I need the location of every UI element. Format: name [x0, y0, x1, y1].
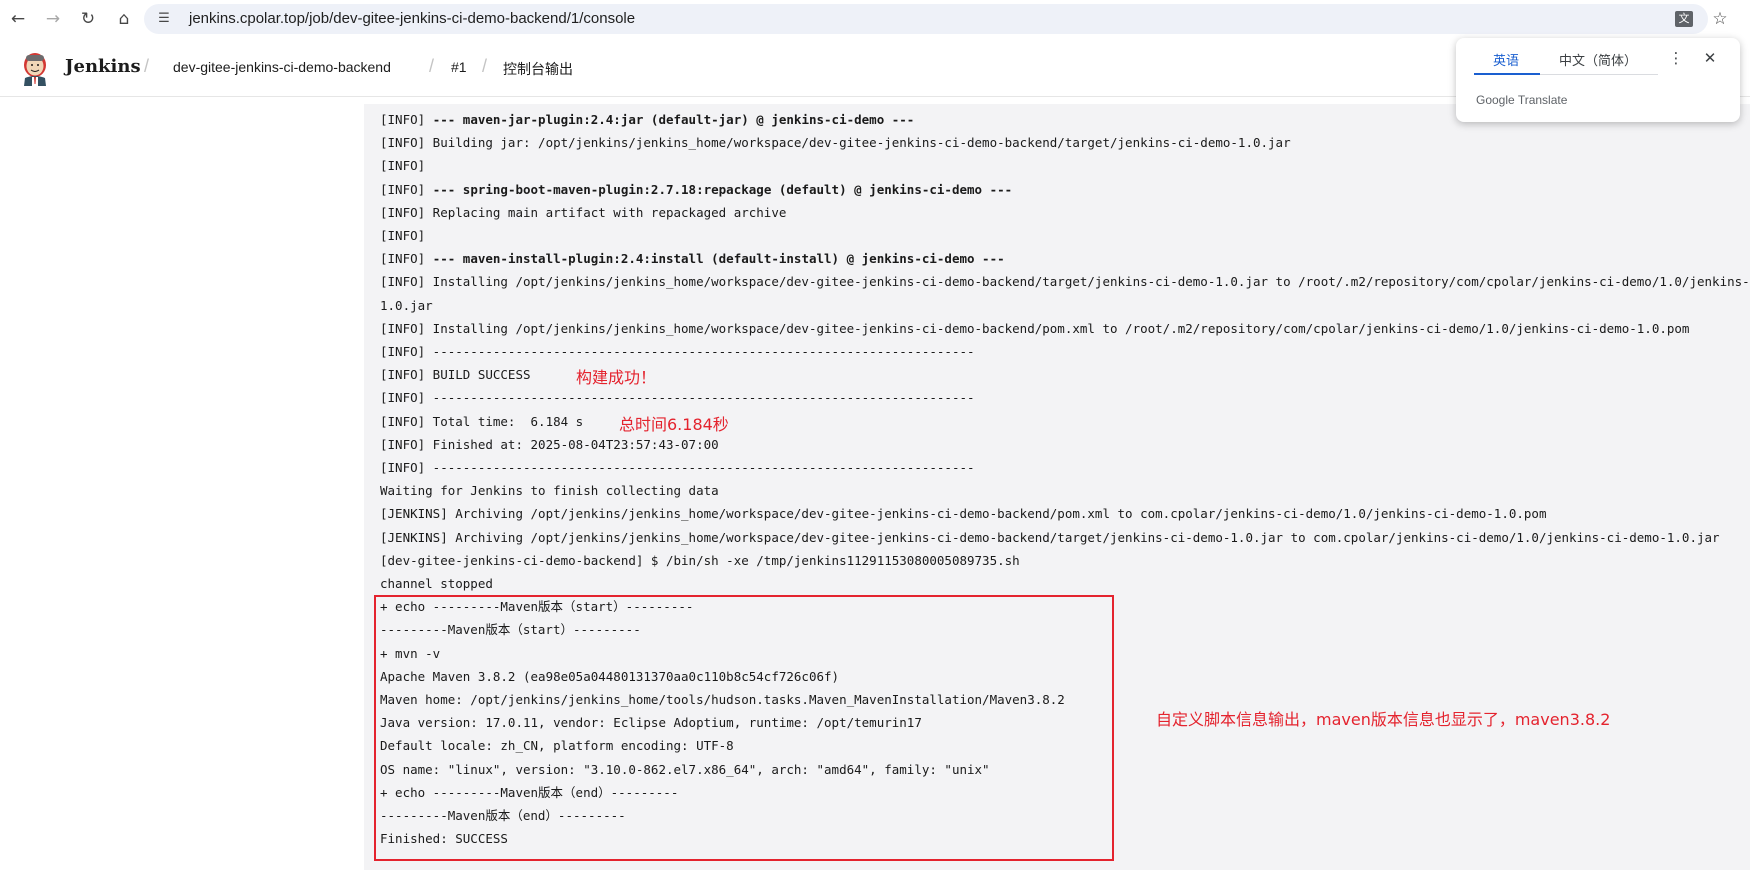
console-line: [INFO] Total time: 6.184 s: [380, 410, 1750, 433]
annotation-build-success: 构建成功！: [576, 368, 657, 387]
console-line-segment: [INFO]: [380, 181, 433, 197]
console-line-segment: [INFO]: [380, 251, 433, 267]
console-line: Waiting for Jenkins to finish collecting…: [380, 479, 1750, 502]
translate-popup: 英语 中文（简体） ⋮ ✕ Google Translate: [1456, 38, 1740, 122]
console-line-segment: [INFO] ---------------------------------…: [380, 460, 975, 476]
translate-icon[interactable]: 文: [1675, 11, 1693, 27]
translate-tab-target[interactable]: 中文（简体）: [1559, 50, 1637, 69]
translate-brand: Google Translate: [1476, 93, 1568, 107]
jenkins-logo[interactable]: [20, 52, 50, 86]
forward-icon[interactable]: →: [41, 7, 65, 31]
console-line: [INFO] --- maven-install-plugin:2.4:inst…: [380, 247, 1750, 270]
annotation-maven-info: 自定义脚本信息输出，maven版本信息也显示了，maven3.8.2: [1156, 710, 1611, 729]
console-line: [JENKINS] Archiving /opt/jenkins/jenkins…: [380, 502, 1750, 525]
breadcrumb-job[interactable]: dev-gitee-jenkins-ci-demo-backend: [173, 59, 391, 75]
console-line-segment: [INFO]: [380, 112, 433, 127]
console-line: [INFO] Installing /opt/jenkins/jenkins_h…: [380, 270, 1750, 293]
translate-tab-source[interactable]: 英语: [1493, 50, 1519, 69]
back-icon[interactable]: ←: [6, 7, 30, 31]
browser-toolbar: ← → ↻ ⌂ ☰ jenkins.cpolar.top/job/dev-git…: [0, 0, 1750, 38]
console-line-segment: channel stopped: [380, 576, 493, 592]
console-line-segment: Waiting for Jenkins to finish collecting…: [380, 483, 719, 499]
console-line-segment: 1.0.jar: [380, 297, 433, 313]
star-icon[interactable]: ☆: [1708, 7, 1732, 31]
console-line-segment: [INFO] Building jar: /opt/jenkins/jenkin…: [380, 135, 1291, 151]
annotation-total-time: 总时间6.184秒: [619, 415, 729, 434]
brand-title[interactable]: Jenkins: [65, 56, 141, 77]
console-line: [dev-gitee-jenkins-ci-demo-backend] $ /b…: [380, 549, 1750, 572]
console-line-segment: --- maven-jar-plugin:2.4:jar (default-ja…: [432, 112, 915, 127]
console-line-segment: [INFO] Total time: 6.184 s: [380, 413, 584, 429]
console-line: 1.0.jar: [380, 294, 1750, 317]
console-line: [INFO] --- spring-boot-maven-plugin:2.7.…: [380, 178, 1750, 201]
console-line: [INFO]: [380, 154, 1750, 177]
home-icon[interactable]: ⌂: [112, 7, 136, 31]
console-line-segment: [INFO]: [380, 228, 426, 244]
console-line-segment: [INFO] BUILD SUCCESS: [380, 367, 531, 383]
console-line: [INFO] Building jar: /opt/jenkins/jenkin…: [380, 131, 1750, 154]
reload-icon[interactable]: ↻: [76, 7, 100, 31]
console-line-segment: --- spring-boot-maven-plugin:2.7.18:repa…: [432, 181, 1013, 197]
site-info-icon[interactable]: ☰: [152, 7, 176, 31]
console-line-segment: [INFO] ---------------------------------…: [380, 344, 975, 360]
address-bar[interactable]: ☰ jenkins.cpolar.top/job/dev-gitee-jenki…: [144, 4, 1708, 34]
url-text[interactable]: jenkins.cpolar.top/job/dev-gitee-jenkins…: [189, 4, 635, 34]
console-line-segment: [dev-gitee-jenkins-ci-demo-backend] $ /b…: [380, 552, 1020, 568]
console-line: [INFO] Installing /opt/jenkins/jenkins_h…: [380, 317, 1750, 340]
console-line-segment: [INFO] Replacing main artifact with repa…: [380, 204, 787, 220]
console-line-segment: [JENKINS] Archiving /opt/jenkins/jenkins…: [380, 506, 1547, 522]
console-line: [INFO] Replacing main artifact with repa…: [380, 201, 1750, 224]
console-line-segment: --- maven-install-plugin:2.4:install (de…: [432, 251, 1005, 267]
console-line-segment: [INFO] Installing /opt/jenkins/jenkins_h…: [380, 320, 1690, 336]
console-line-segment: [INFO] Finished at: 2025-08-04T23:57:43-…: [380, 436, 719, 452]
console-line: channel stopped: [380, 572, 1750, 595]
close-icon[interactable]: ✕: [1700, 48, 1720, 68]
breadcrumb-separator: /: [429, 56, 435, 76]
translate-tab-indicator: [1474, 73, 1540, 75]
breadcrumb-build[interactable]: #1: [451, 59, 467, 75]
breadcrumb-separator: /: [482, 56, 488, 76]
console-line-segment: [INFO] ---------------------------------…: [380, 390, 975, 406]
console-line: [INFO] ---------------------------------…: [380, 340, 1750, 363]
console-line: [INFO]: [380, 224, 1750, 247]
breadcrumb-console[interactable]: 控制台输出: [503, 59, 573, 79]
breadcrumb-separator: /: [144, 56, 150, 76]
maven-info-highlight-box: [374, 595, 1114, 861]
console-line: [INFO] ---------------------------------…: [380, 386, 1750, 409]
console-line: [JENKINS] Archiving /opt/jenkins/jenkins…: [380, 526, 1750, 549]
console-line: [INFO] Finished at: 2025-08-04T23:57:43-…: [380, 433, 1750, 456]
console-line-segment: [JENKINS] Archiving /opt/jenkins/jenkins…: [380, 529, 1720, 545]
console-line-segment: [INFO]: [380, 158, 426, 174]
more-vert-icon[interactable]: ⋮: [1666, 48, 1686, 68]
console-line: [INFO] ---------------------------------…: [380, 456, 1750, 479]
console-line-segment: [INFO] Installing /opt/jenkins/jenkins_h…: [380, 274, 1750, 290]
